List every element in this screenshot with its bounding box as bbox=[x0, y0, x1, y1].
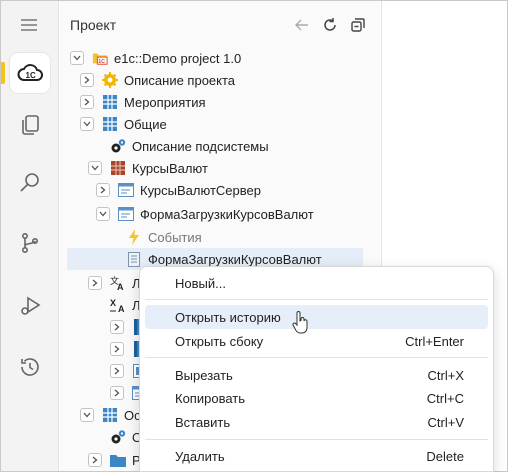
menu-item-label: Вставить bbox=[175, 414, 231, 430]
svg-text:X: X bbox=[110, 298, 116, 308]
tree-item-label: Описание подсистемы bbox=[132, 138, 269, 154]
gear-icon bbox=[102, 72, 118, 88]
menu-item-delete[interactable]: Удалить Delete bbox=[145, 444, 488, 468]
translate-icon: 文A bbox=[110, 275, 126, 291]
document-icon bbox=[126, 251, 142, 267]
tree-row[interactable]: КурсыВалютСервер bbox=[96, 179, 261, 201]
refresh-icon[interactable] bbox=[320, 15, 340, 35]
tree-row[interactable]: XA Л bbox=[110, 294, 141, 316]
menu-item-shortcut: Delete bbox=[426, 448, 464, 464]
menu-separator bbox=[145, 439, 488, 440]
menu-item-label: Новый... bbox=[175, 275, 226, 291]
menu-separator bbox=[145, 357, 488, 358]
chevron-right-icon[interactable] bbox=[110, 364, 124, 378]
tree-row[interactable]: Мероприятия bbox=[80, 91, 206, 113]
form-icon bbox=[118, 206, 134, 222]
lightning-icon bbox=[126, 229, 142, 245]
tree-item-label: ФормаЗагрузкиКурсовВалют bbox=[140, 206, 314, 222]
menu-item-cut[interactable]: Вырезать Ctrl+X bbox=[145, 363, 488, 387]
tree-item-label: Описание проекта bbox=[124, 72, 236, 88]
settings-gears-icon bbox=[110, 429, 126, 445]
tree-row[interactable]: Описание подсистемы bbox=[110, 135, 269, 157]
chevron-down-icon[interactable] bbox=[80, 117, 94, 131]
svg-text:A: A bbox=[118, 304, 125, 313]
subsystem-icon bbox=[102, 116, 118, 132]
tree-row[interactable]: О bbox=[110, 426, 142, 448]
tree-item-label: События bbox=[148, 229, 202, 245]
panel-title: Проект bbox=[70, 17, 117, 33]
tree-row[interactable]: Описание проекта bbox=[80, 69, 235, 91]
menu-icon[interactable] bbox=[20, 18, 38, 35]
svg-text:1C: 1C bbox=[26, 71, 36, 80]
collapse-all-icon[interactable] bbox=[348, 15, 368, 35]
chevron-down-icon[interactable] bbox=[80, 408, 94, 422]
menu-item-open-history[interactable]: Открыть историю bbox=[145, 305, 488, 329]
active-indicator bbox=[1, 62, 5, 84]
activity-bar: 1C bbox=[1, 1, 59, 471]
menu-item-label: Удалить bbox=[175, 448, 225, 464]
project-label: e1c::Demo project 1.0 bbox=[114, 50, 242, 66]
chevron-down-icon[interactable] bbox=[96, 207, 110, 221]
chevron-right-icon[interactable] bbox=[88, 453, 102, 467]
cloud-1c-icon[interactable]: 1C bbox=[10, 53, 50, 93]
chevron-right-icon[interactable] bbox=[88, 276, 102, 290]
tree-row[interactable]: КурсыВалют bbox=[88, 157, 208, 179]
chevron-down-icon[interactable] bbox=[88, 161, 102, 175]
settings-gears-icon bbox=[110, 138, 126, 154]
tree-item-label: Общие bbox=[124, 116, 167, 132]
menu-item-copy[interactable]: Копировать Ctrl+C bbox=[145, 386, 488, 410]
context-menu: Новый... Открыть историю Открыть сбоку C… bbox=[139, 266, 494, 472]
chevron-down-icon[interactable] bbox=[70, 51, 84, 65]
subsystem-icon bbox=[102, 407, 118, 423]
svg-text:A: A bbox=[117, 282, 124, 291]
tree-item-label: Мероприятия bbox=[124, 94, 206, 110]
tree-item-label: ФормаЗагрузкиКурсовВалют bbox=[148, 251, 322, 267]
tree-row-project[interactable]: 1С e1c::Demo project 1.0 bbox=[70, 47, 241, 69]
source-control-icon[interactable] bbox=[10, 223, 50, 263]
project-folder-icon: 1С bbox=[92, 50, 108, 66]
menu-item-label: Копировать bbox=[175, 390, 245, 406]
tree-row[interactable]: События bbox=[126, 226, 202, 248]
text-translate-icon: XA bbox=[110, 297, 126, 313]
chevron-right-icon[interactable] bbox=[80, 73, 94, 87]
chevron-right-icon[interactable] bbox=[96, 183, 110, 197]
history-icon[interactable] bbox=[10, 347, 50, 387]
tree-row[interactable]: 文A Л bbox=[88, 272, 141, 294]
explorer-copy-icon[interactable] bbox=[10, 105, 50, 145]
subsystem-icon bbox=[102, 94, 118, 110]
tree-row[interactable]: Р bbox=[88, 449, 141, 471]
form-icon bbox=[118, 182, 134, 198]
menu-item-new[interactable]: Новый... bbox=[145, 271, 488, 295]
run-debug-icon[interactable] bbox=[10, 286, 50, 326]
menu-item-label: Открыть историю bbox=[175, 309, 281, 325]
menu-item-shortcut: Ctrl+Enter bbox=[405, 333, 464, 349]
menu-item-open-aside[interactable]: Открыть сбоку Ctrl+Enter bbox=[145, 329, 488, 353]
menu-separator bbox=[145, 299, 488, 300]
chevron-right-icon[interactable] bbox=[110, 320, 124, 334]
chevron-right-icon[interactable] bbox=[110, 386, 124, 400]
tree-row[interactable]: Ос bbox=[80, 404, 141, 426]
search-icon[interactable] bbox=[10, 163, 50, 203]
menu-item-shortcut: Ctrl+V bbox=[427, 414, 464, 430]
back-arrow-icon[interactable] bbox=[292, 15, 312, 35]
chevron-right-icon[interactable] bbox=[80, 95, 94, 109]
menu-item-label: Вырезать bbox=[175, 367, 233, 383]
menu-item-label: Открыть сбоку bbox=[175, 333, 264, 349]
menu-item-paste[interactable]: Вставить Ctrl+V bbox=[145, 410, 488, 434]
tree-row[interactable]: ФормаЗагрузкиКурсовВалют bbox=[96, 203, 314, 225]
tree-item-label: КурсыВалют bbox=[132, 160, 208, 176]
menu-item-shortcut: Ctrl+C bbox=[426, 390, 464, 406]
tree-row[interactable]: Общие bbox=[80, 113, 167, 135]
folder-icon bbox=[110, 452, 126, 468]
common-module-icon bbox=[110, 160, 126, 176]
hand-cursor-icon bbox=[292, 311, 310, 338]
chevron-right-icon[interactable] bbox=[110, 342, 124, 356]
tree-item-label: КурсыВалютСервер bbox=[140, 182, 261, 198]
svg-text:1С: 1С bbox=[98, 59, 105, 65]
menu-item-shortcut: Ctrl+X bbox=[427, 367, 464, 383]
